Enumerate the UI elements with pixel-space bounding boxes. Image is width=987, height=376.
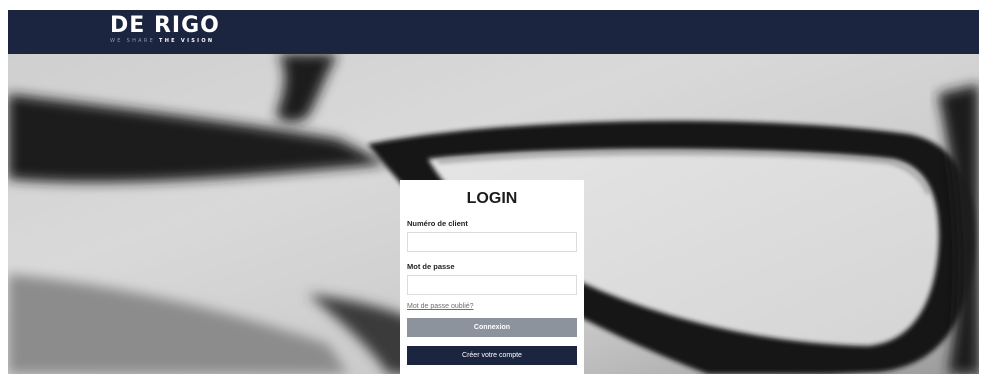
password-label: Mot de passe	[407, 262, 455, 271]
login-title: LOGIN	[466, 190, 518, 207]
client-number-input[interactable]	[407, 232, 577, 252]
login-card: LOGIN Numéro de client Mot de passe Mot …	[400, 180, 584, 374]
logo-tagline: WE SHARE THE VISION	[110, 38, 220, 44]
create-account-button[interactable]: Créer votre compte	[407, 346, 577, 365]
top-header-bar: DE RIGO WE SHARE THE VISION	[8, 10, 979, 54]
connexion-button[interactable]: Connexion	[407, 318, 577, 337]
de-rigo-logo[interactable]: DE RIGO WE SHARE THE VISION	[110, 13, 220, 45]
logo-tagline-light: WE SHARE	[110, 38, 156, 44]
password-input[interactable]	[407, 275, 577, 295]
client-number-label: Numéro de client	[407, 219, 468, 228]
forgot-password-link[interactable]: Mot de passe oublié?	[407, 303, 577, 310]
logo-tagline-bold: THE VISION	[158, 38, 215, 44]
logo-wordmark: DE RIGO	[110, 13, 220, 38]
page-frame: DE RIGO WE SHARE THE VISION LOGIN Numéro…	[8, 10, 979, 374]
